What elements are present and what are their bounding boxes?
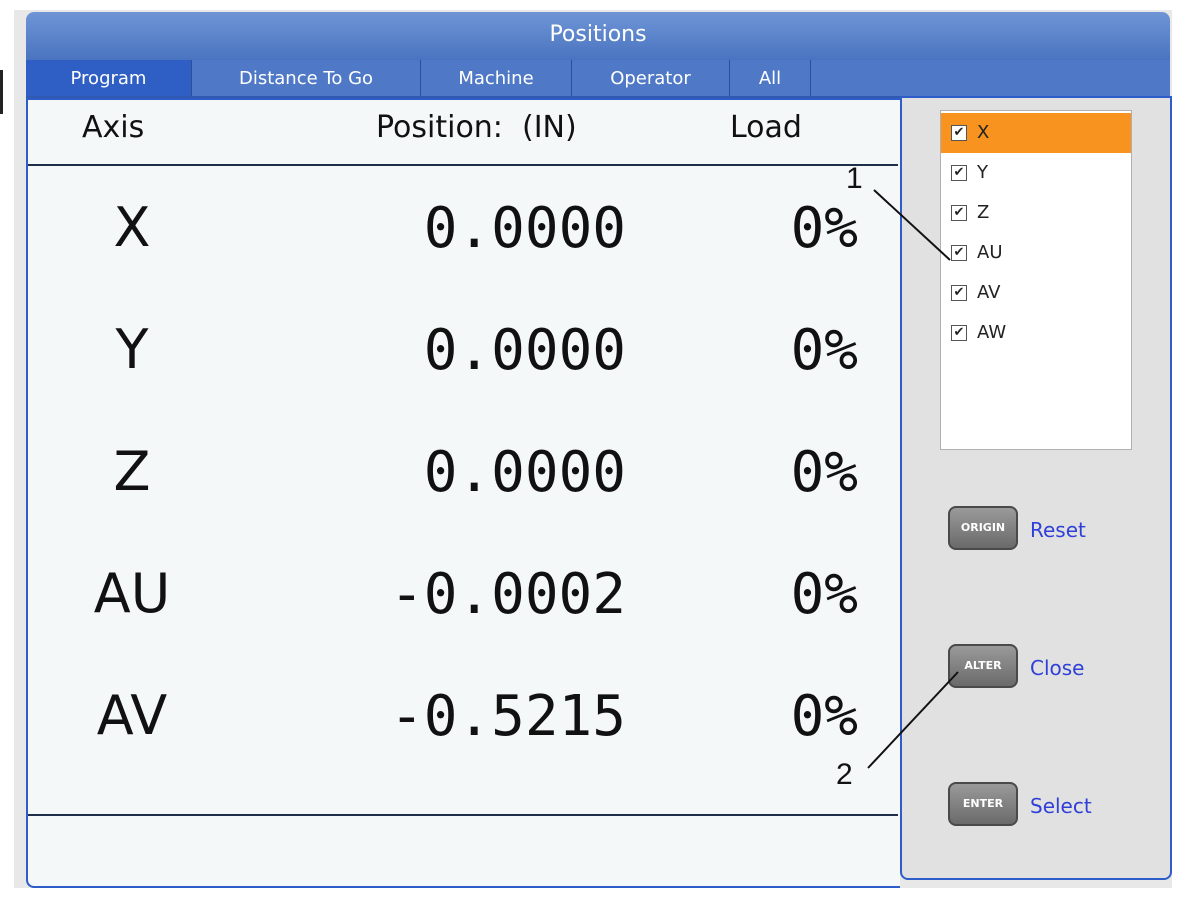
positions-table: Axis Position: (IN) Load X 0.0000 0% Y 0… xyxy=(26,98,900,888)
table-row: AV -0.5215 0% xyxy=(28,684,898,784)
tab-all[interactable]: All xyxy=(730,60,811,96)
axis-item-label: AV xyxy=(977,282,1001,303)
axis-name: Y xyxy=(115,318,149,381)
tab-program[interactable]: Program xyxy=(26,60,192,96)
axis-position: 0.0000 xyxy=(423,196,626,261)
axis-selection-panel: ✔ X ✔ Y ✔ Z ✔ AU ✔ AV ✔ AW ORIGIN Reset … xyxy=(900,96,1172,880)
axis-item-label: AW xyxy=(977,322,1007,343)
footer-divider xyxy=(28,814,898,816)
header-divider xyxy=(28,164,898,166)
axis-item-label: Y xyxy=(977,162,988,183)
axis-item-label: X xyxy=(977,122,990,143)
axis-column-header: Axis xyxy=(82,110,145,145)
axis-item-x[interactable]: ✔ X xyxy=(941,113,1131,153)
axis-item-label: AU xyxy=(977,242,1003,263)
table-row: Y 0.0000 0% xyxy=(28,318,898,418)
axis-load: 0% xyxy=(790,196,858,261)
checkbox[interactable]: ✔ xyxy=(951,165,967,181)
table-row: Z 0.0000 0% xyxy=(28,440,898,540)
window-title: Positions xyxy=(26,12,1170,60)
tab-bar: Program Distance To Go Machine Operator … xyxy=(26,60,1170,98)
close-label[interactable]: Close xyxy=(1030,656,1084,680)
table-row: X 0.0000 0% xyxy=(28,196,898,296)
origin-key-button[interactable]: ORIGIN xyxy=(948,506,1018,550)
checkbox[interactable]: ✔ xyxy=(951,205,967,221)
axis-checklist[interactable]: ✔ X ✔ Y ✔ Z ✔ AU ✔ AV ✔ AW xyxy=(940,110,1132,450)
axis-position: 0.0000 xyxy=(423,440,626,505)
axis-name: AV xyxy=(96,684,168,747)
axis-position: 0.0000 xyxy=(423,318,626,383)
position-column-header: Position: (IN) xyxy=(376,110,577,145)
axis-position: -0.0002 xyxy=(389,562,626,627)
select-label[interactable]: Select xyxy=(1030,794,1092,818)
axis-load: 0% xyxy=(790,562,858,627)
axis-item-av[interactable]: ✔ AV xyxy=(941,273,1131,313)
axis-load: 0% xyxy=(790,440,858,505)
axis-item-aw[interactable]: ✔ AW xyxy=(941,313,1131,353)
table-row: AU -0.0002 0% xyxy=(28,562,898,662)
checkbox[interactable]: ✔ xyxy=(951,325,967,341)
checkbox[interactable]: ✔ xyxy=(951,125,967,141)
checkbox[interactable]: ✔ xyxy=(951,285,967,301)
axis-position: -0.5215 xyxy=(389,684,626,749)
axis-load: 0% xyxy=(790,684,858,749)
alter-key-button[interactable]: ALTER xyxy=(948,644,1018,688)
tab-machine[interactable]: Machine xyxy=(421,60,572,96)
checkbox[interactable]: ✔ xyxy=(951,245,967,261)
axis-name: Z xyxy=(113,440,151,503)
edge-mark xyxy=(0,70,3,114)
load-column-header: Load xyxy=(730,110,802,145)
callout-number-2: 2 xyxy=(836,758,853,791)
axis-item-z[interactable]: ✔ Z xyxy=(941,193,1131,233)
tab-distance-to-go[interactable]: Distance To Go xyxy=(192,60,421,96)
axis-name: X xyxy=(113,196,151,259)
axis-item-au[interactable]: ✔ AU xyxy=(941,233,1131,273)
enter-key-button[interactable]: ENTER xyxy=(948,782,1018,826)
axis-item-y[interactable]: ✔ Y xyxy=(941,153,1131,193)
positions-window: Positions Program Distance To Go Machine… xyxy=(14,10,1172,888)
axis-item-label: Z xyxy=(977,202,990,223)
reset-label[interactable]: Reset xyxy=(1030,518,1086,542)
axis-load: 0% xyxy=(790,318,858,383)
axis-name: AU xyxy=(93,562,171,625)
callout-number-1: 1 xyxy=(846,162,863,195)
tab-operator[interactable]: Operator xyxy=(572,60,730,96)
